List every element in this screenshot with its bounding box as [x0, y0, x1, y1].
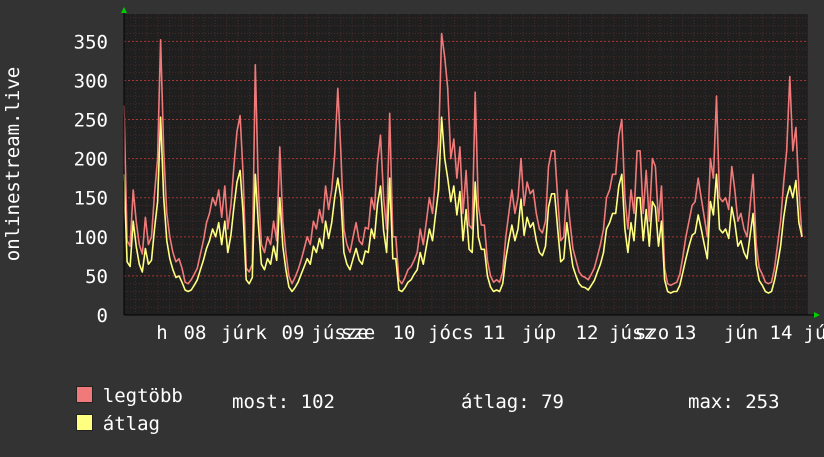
- y-tick-label: 200: [74, 149, 108, 171]
- x-tick-label: 10: [393, 322, 416, 344]
- y-axis-arrow: [121, 7, 127, 13]
- x-axis-arrow: [814, 312, 820, 318]
- y-tick-label: 350: [74, 31, 108, 53]
- stat-maximum: max: 253: [688, 391, 780, 413]
- stat-average: átlag: 79: [461, 391, 564, 413]
- legend-label-atlag: átlag: [102, 413, 160, 435]
- y-tick-label: 0: [97, 305, 108, 327]
- stat-current: most: 102: [232, 391, 335, 413]
- y-tick-label: 300: [74, 70, 108, 92]
- x-tick-label: jócs: [428, 322, 474, 344]
- y-tick-label: 250: [74, 110, 108, 132]
- x-tick-label: 09: [282, 322, 305, 344]
- x-tick-label: h: [156, 322, 167, 344]
- x-tick-label: júp: [522, 322, 556, 344]
- x-tick-label: szo: [635, 322, 669, 344]
- x-tick-label: júrk: [221, 322, 267, 344]
- x-tick-label: 13: [674, 322, 697, 344]
- y-axis-label: onlinestream.live: [2, 66, 24, 262]
- chart-stage: 0 50 100 150 200 250 300 350 h 08 júrk 09 júsze sze 10…: [0, 0, 824, 435]
- legend-item-atlag: átlag: [30, 391, 160, 457]
- legend-swatch-atlag: [75, 414, 93, 431]
- x-tick-label: sze: [341, 322, 375, 344]
- x-tick-label: 12: [576, 322, 599, 344]
- x-tick-label: 11: [483, 322, 506, 344]
- y-tick-label: 50: [85, 266, 108, 288]
- x-tick-label: 14: [770, 322, 793, 344]
- y-tick-label: 100: [74, 227, 108, 249]
- x-tick-label: 08: [184, 322, 207, 344]
- y-tick-label: 150: [74, 188, 108, 210]
- x-tick-label: jú: [804, 322, 824, 344]
- traffic-chart: 050100150200250300350h 08 júrk 09 júszesze 10…: [74, 7, 824, 344]
- x-tick-label: jún: [724, 322, 758, 344]
